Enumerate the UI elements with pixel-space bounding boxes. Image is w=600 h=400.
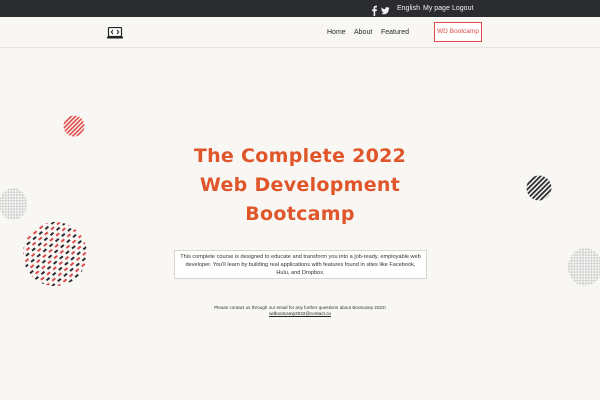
course-description: This complete course is designed to educ…	[174, 250, 427, 279]
language-link[interactable]: English	[397, 3, 420, 14]
logout-link[interactable]: Logout	[452, 3, 473, 14]
striped-circle-decoration	[63, 115, 85, 137]
nav-about[interactable]: About	[354, 27, 372, 38]
checker-circle-decoration	[568, 248, 600, 286]
hero-title-line: The Complete 2022	[193, 145, 407, 167]
hero-title: The Complete 2022 Web Development Bootca…	[150, 142, 450, 229]
contact-info: Please contact us through our email for …	[180, 305, 420, 317]
contact-email-link[interactable]: wdbootcamp2022@contact.co	[180, 311, 420, 317]
nav-featured[interactable]: Featured	[381, 27, 409, 38]
hero-title-line: Bootcamp	[245, 203, 355, 225]
nav-home[interactable]: Home	[327, 27, 346, 38]
my-page-link[interactable]: My page	[423, 3, 450, 14]
checker-circle-decoration	[0, 188, 27, 220]
main-nav: Home About Featured WD Bootcamp	[0, 17, 600, 48]
twitter-icon[interactable]	[381, 3, 390, 15]
code-laptop-icon[interactable]	[107, 26, 123, 39]
hero-title-line: Web Development	[199, 174, 401, 196]
top-bar: English My page Logout	[0, 0, 600, 17]
facebook-icon[interactable]	[370, 3, 379, 16]
contact-text: Please contact us through our email for …	[214, 305, 386, 310]
dash-pattern-circle-decoration	[23, 222, 87, 286]
striped-circle-decoration	[526, 175, 552, 201]
wd-bootcamp-button[interactable]: WD Bootcamp	[434, 22, 482, 42]
